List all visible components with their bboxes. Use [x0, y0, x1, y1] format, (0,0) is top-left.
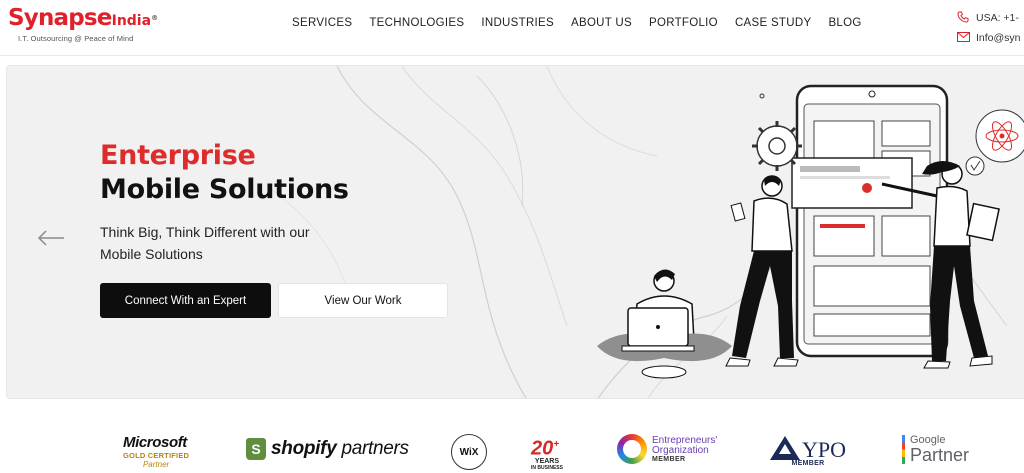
arrow-left-icon[interactable]: [37, 222, 65, 254]
nav-industries[interactable]: INDUSTRIES: [481, 17, 554, 29]
ypo-member-logo: YPO MEMBER: [770, 436, 846, 467]
nav-case-study[interactable]: CASE STUDY: [735, 17, 812, 29]
nav-about-us[interactable]: ABOUT US: [571, 17, 632, 29]
wix-partner-badge: WiX: [451, 434, 487, 470]
contact-info: USA: +1- Info@syn: [956, 8, 1021, 48]
nav-portfolio[interactable]: PORTFOLIO: [649, 17, 718, 29]
phone-icon: [956, 11, 970, 26]
shopify-bag-icon: S: [246, 438, 266, 460]
nav-blog[interactable]: BLOG: [828, 17, 861, 29]
mail-icon: [956, 31, 970, 45]
view-work-button[interactable]: View Our Work: [278, 283, 448, 318]
nav-services[interactable]: SERVICES: [292, 17, 352, 29]
site-header: SynapseIndia® I.T. Outsourcing @ Peace o…: [0, 0, 1024, 56]
partner-logos: Microsoft GOLD CERTIFIED Partner S shopi…: [0, 410, 1024, 473]
hero-title-main: Mobile Solutions: [100, 174, 349, 205]
ypo-triangle-icon: [770, 436, 800, 460]
google-color-bar: [902, 435, 905, 464]
main-nav: SERVICES TECHNOLOGIES INDUSTRIES ABOUT U…: [292, 17, 862, 29]
logo-suffix: India: [111, 13, 152, 29]
hero-subtitle: Think Big, Think Different with our Mobi…: [100, 224, 310, 262]
connect-expert-button[interactable]: Connect With an Expert: [100, 283, 271, 318]
email-text: Info@syn: [976, 32, 1021, 44]
eo-ring-icon: [617, 434, 647, 464]
hero-banner: Enterprise Mobile Solutions Think Big, T…: [6, 65, 1024, 399]
hero-title-accent: Enterprise: [100, 140, 256, 171]
phone-link[interactable]: USA: +1-: [956, 8, 1021, 28]
mobile-app-illustration: [597, 84, 1024, 379]
logo-name: Synapse: [8, 5, 112, 31]
email-link[interactable]: Info@syn: [956, 28, 1021, 48]
logo-tagline: I.T. Outsourcing @ Peace of Mind: [18, 34, 134, 43]
eo-member-logo: Entrepreneurs' Organization MEMBER: [617, 434, 717, 464]
microsoft-partner-logo: Microsoft GOLD CERTIFIED Partner: [123, 434, 190, 469]
phone-text: USA: +1-: [976, 12, 1019, 24]
years-in-business-badge: 20+ YEARS IN BUSINESS: [531, 437, 563, 471]
google-partner-logo: Google Partner: [902, 435, 969, 464]
logo[interactable]: SynapseIndia® I.T. Outsourcing @ Peace o…: [8, 5, 158, 43]
nav-technologies[interactable]: TECHNOLOGIES: [369, 17, 464, 29]
shopify-partners-logo: S shopify partners: [246, 438, 409, 460]
